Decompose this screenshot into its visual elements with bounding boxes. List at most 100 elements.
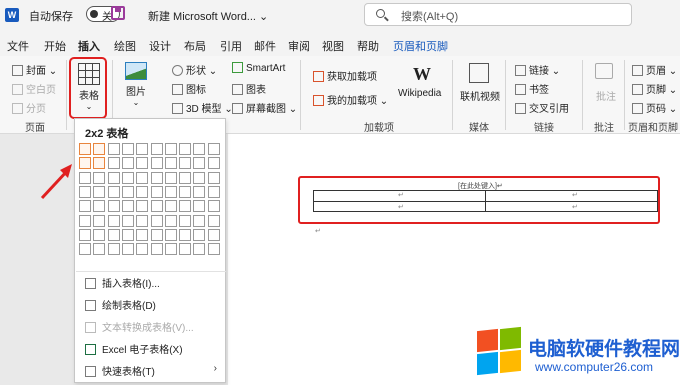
tab-file[interactable]: 文件 (7, 38, 29, 54)
online-video-icon[interactable] (469, 63, 489, 83)
table-grid-cell[interactable] (193, 243, 206, 256)
table-grid-cell[interactable] (93, 200, 106, 213)
table-grid-cell[interactable] (93, 143, 106, 155)
table-grid-cell[interactable] (150, 171, 163, 184)
table-grid-cell[interactable] (150, 200, 163, 213)
table-grid-cell[interactable] (164, 200, 177, 213)
table-grid-cell[interactable] (164, 171, 177, 184)
table-grid-cell[interactable] (179, 143, 192, 155)
table-grid-cell[interactable] (79, 185, 91, 198)
tab-view[interactable]: 视图 (322, 38, 344, 54)
table-grid-cell[interactable] (150, 214, 163, 227)
get-addins-button[interactable]: 获取加载项 (313, 68, 377, 83)
table-grid-cell[interactable] (164, 228, 177, 241)
table-grid-cell[interactable] (107, 214, 120, 227)
table-grid-cell[interactable] (193, 214, 206, 227)
table-grid-cell[interactable] (136, 243, 149, 256)
table-grid-cell[interactable] (79, 214, 91, 227)
table-grid-cell[interactable] (179, 243, 192, 256)
table-grid-cell[interactable] (150, 143, 163, 155)
icons-button[interactable]: 图标 (172, 81, 206, 96)
table-grid-cell[interactable] (121, 143, 134, 155)
table-grid-cell[interactable] (164, 243, 177, 256)
table-grid-cell[interactable] (107, 200, 120, 213)
draw-table-menu-item[interactable]: 绘制表格(D) (85, 297, 156, 312)
tab-design[interactable]: 设计 (149, 38, 171, 54)
table-grid-cell[interactable] (207, 185, 220, 198)
table-grid-cell[interactable] (164, 214, 177, 227)
table-grid-cell[interactable] (179, 228, 192, 241)
comment-button[interactable]: 批注 (596, 88, 616, 103)
smartart-button[interactable]: SmartArt (232, 62, 285, 74)
table-grid-cell[interactable] (121, 243, 134, 256)
cross-reference-button[interactable]: 交叉引用 (515, 100, 569, 115)
table-grid-cell[interactable] (93, 171, 106, 184)
table-grid-cell[interactable] (193, 171, 206, 184)
save-icon[interactable] (111, 6, 125, 20)
table-grid-cell[interactable] (150, 243, 163, 256)
table-grid-cell[interactable] (207, 214, 220, 227)
table-grid-cell[interactable] (136, 228, 149, 241)
table-grid-cell[interactable] (93, 214, 106, 227)
table-grid-cell[interactable] (107, 228, 120, 241)
wikipedia-button[interactable]: Wikipedia (398, 88, 441, 99)
table-grid-cell[interactable] (179, 214, 192, 227)
table-grid-cell[interactable] (150, 185, 163, 198)
table-grid-cell[interactable] (207, 228, 220, 241)
table-grid-cell[interactable] (107, 171, 120, 184)
blank-page-button[interactable]: 空白页 (12, 81, 56, 96)
table-grid-cell[interactable] (207, 243, 220, 256)
table-grid-cell[interactable] (93, 157, 106, 170)
table-grid-cell[interactable] (121, 214, 134, 227)
table-grid-cell[interactable] (79, 200, 91, 213)
table-grid-cell[interactable] (179, 157, 192, 170)
3d-model-button[interactable]: 3D 模型 ⌄ (172, 100, 233, 115)
shapes-button[interactable]: 形状 ⌄ (172, 62, 217, 77)
table-grid-cell[interactable] (136, 171, 149, 184)
table-grid-cell[interactable] (79, 171, 91, 184)
link-button[interactable]: 链接 ⌄ (515, 62, 560, 77)
table-grid-cell[interactable] (207, 171, 220, 184)
table-grid-cell[interactable] (136, 200, 149, 213)
header-button[interactable]: 页眉 ⌄ (632, 62, 677, 77)
table-grid-cell[interactable] (207, 143, 220, 155)
my-addins-button[interactable]: 我的加载项 ⌄ (313, 92, 388, 107)
table-grid-cell[interactable] (136, 185, 149, 198)
table-grid-cell[interactable] (207, 200, 220, 213)
table-grid-cell[interactable] (164, 143, 177, 155)
tab-header-footer[interactable]: 页眉和页脚 (393, 38, 448, 54)
table-grid-cell[interactable] (79, 228, 91, 241)
table-grid-cell[interactable] (93, 228, 106, 241)
tab-draw[interactable]: 绘图 (114, 38, 136, 54)
inserted-table[interactable] (313, 190, 658, 212)
table-grid-cell[interactable] (136, 143, 149, 155)
screenshot-button[interactable]: 屏幕截图 ⌄ (232, 100, 297, 115)
table-grid-cell[interactable] (207, 157, 220, 170)
table-grid-cell[interactable] (121, 200, 134, 213)
bookmark-button[interactable]: 书签 (515, 81, 549, 96)
table-grid-cell[interactable] (193, 185, 206, 198)
table-grid-cell[interactable] (93, 185, 106, 198)
table-grid-cell[interactable] (179, 200, 192, 213)
table-grid-cell[interactable] (164, 157, 177, 170)
tab-layout[interactable]: 布局 (184, 38, 206, 54)
search-box[interactable]: 搜索(Alt+Q) (364, 3, 632, 26)
table-grid-cell[interactable] (79, 143, 91, 155)
table-grid-cell[interactable] (179, 185, 192, 198)
wikipedia-icon[interactable]: W (410, 64, 434, 85)
quick-tables-menu-item[interactable]: 快速表格(T) (85, 363, 155, 378)
table-grid-cell[interactable] (164, 185, 177, 198)
document-title[interactable]: 新建 Microsoft Word... ⌄ (148, 8, 268, 24)
page-number-button[interactable]: 页码 ⌄ (632, 100, 677, 115)
table-grid-cell[interactable] (193, 228, 206, 241)
table-size-grid[interactable] (78, 142, 224, 274)
chart-button[interactable]: 图表 (232, 81, 266, 96)
table-grid-cell[interactable] (107, 157, 120, 170)
table-grid-cell[interactable] (121, 171, 134, 184)
table-grid-cell[interactable] (136, 157, 149, 170)
table-grid-cell[interactable] (79, 157, 91, 170)
tab-references[interactable]: 引用 (220, 38, 242, 54)
insert-table-menu-item[interactable]: 插入表格(I)... (85, 275, 160, 290)
table-grid-cell[interactable] (93, 243, 106, 256)
table-grid-cell[interactable] (136, 214, 149, 227)
